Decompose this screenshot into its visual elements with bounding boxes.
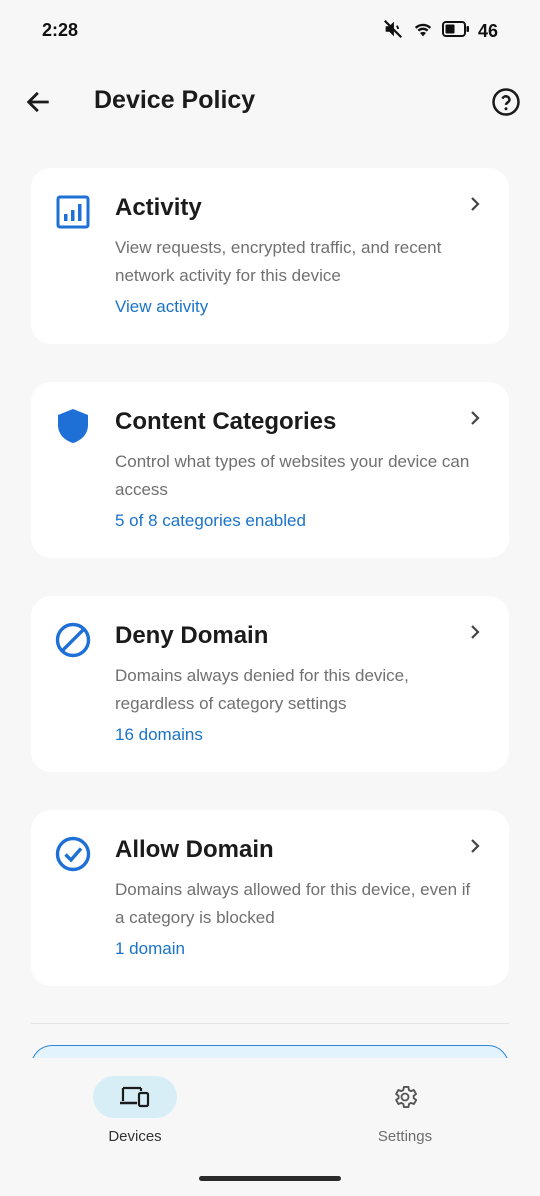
check-circle-icon (55, 836, 91, 872)
status-bar: 2:28 46 (0, 0, 540, 60)
chevron-right-icon (471, 625, 480, 639)
app-bar: Device Policy (0, 70, 540, 134)
allow-domains-count-link[interactable]: 1 domain (115, 939, 185, 959)
chevron-right-icon (471, 839, 480, 853)
card-description: Control what types of websites your devi… (115, 452, 470, 499)
status-time: 2:28 (42, 20, 79, 40)
card-title: Allow Domain (115, 836, 274, 863)
nav-label-devices: Devices (108, 1128, 162, 1145)
deny-domains-count-link[interactable]: 16 domains (115, 725, 203, 745)
card-title: Activity (115, 194, 202, 221)
content-categories-card[interactable]: Content Categories Control what types of… (31, 382, 509, 558)
arrow-left-icon (26, 91, 49, 113)
categories-enabled-link[interactable]: 5 of 8 categories enabled (115, 511, 306, 531)
nav-pill (363, 1076, 447, 1118)
block-icon (55, 622, 91, 658)
gear-icon (395, 1086, 418, 1108)
battery-level: 46 (477, 20, 498, 41)
card-description: View requests, encrypted traffic, and re… (115, 238, 442, 285)
card-description: Domains always denied for this device, r… (115, 666, 409, 713)
page-title: Device Policy (94, 86, 256, 114)
status-icons: 46 (382, 18, 498, 45)
devices-icon (120, 1086, 150, 1108)
battery-icon (441, 20, 470, 43)
deny-domain-card[interactable]: Deny Domain Domains always denied for th… (31, 596, 509, 772)
home-indicator (199, 1176, 341, 1181)
card-description: Domains always allowed for this device, … (115, 880, 471, 927)
chevron-right-icon (471, 411, 480, 425)
view-activity-link[interactable]: View activity (115, 297, 208, 317)
nav-label-settings: Settings (377, 1128, 433, 1145)
activity-card[interactable]: Activity View requests, encrypted traffi… (31, 168, 509, 344)
chevron-right-icon (471, 197, 480, 211)
back-button[interactable] (18, 82, 58, 122)
nav-active-indicator (93, 1076, 177, 1118)
nav-item-settings[interactable]: Settings (325, 1076, 485, 1156)
shield-icon (58, 409, 88, 443)
nav-item-devices[interactable]: Devices (55, 1076, 215, 1156)
help-circle-icon (492, 88, 520, 116)
allow-domain-card[interactable]: Allow Domain Domains always allowed for … (31, 810, 509, 986)
divider (31, 1023, 509, 1024)
help-button[interactable] (486, 82, 526, 122)
mute-icon (382, 18, 404, 45)
card-title: Deny Domain (115, 622, 269, 649)
wifi-icon (412, 18, 434, 45)
card-title: Content Categories (115, 408, 337, 435)
activity-chart-icon (56, 195, 90, 229)
